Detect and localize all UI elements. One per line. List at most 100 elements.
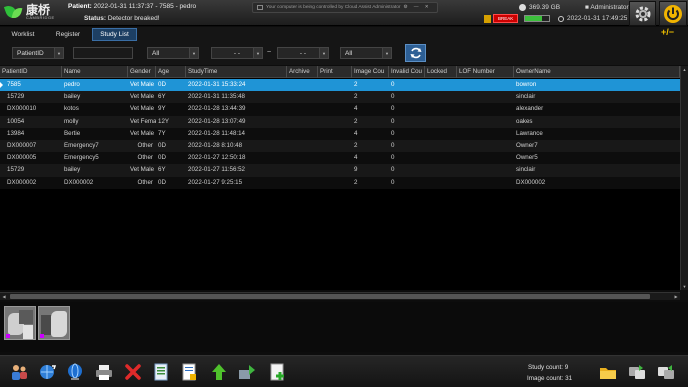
remote-control-banner[interactable]: Your computer is being controlled by Clo… [252,2,438,13]
clock-icon [558,15,564,22]
owner-name-cell: Lawrance [516,129,543,137]
scrollbar-thumb[interactable] [10,294,650,299]
scroll-up-icon[interactable]: ▲ [681,66,688,73]
chevron-down-icon: ▼ [382,48,391,58]
transfer-button[interactable] [236,361,258,383]
receive-icon [658,365,674,379]
owner-name-cell: sinclair [516,93,536,101]
gear-icon[interactable]: ⚙ [403,5,407,10]
study-time-cell: 2022-01-27 9:25:15 [188,178,243,186]
table-row[interactable]: 15729 bailey Vet Male 6Y 2022-01-27 11:56:52… [0,164,680,177]
table-row[interactable]: 15729 bailey Vet Male 6Y 2022-01-31 11:35:48… [0,91,680,104]
locked-cell [425,164,457,176]
upload-button[interactable] [208,361,230,383]
study-table[interactable]: PatientID Name Gender Age StudyTime Archive Pr… [0,66,680,290]
col-print-header[interactable]: Print [318,66,352,78]
name-cell: bailey [64,93,81,101]
print-cell [318,91,352,103]
delete-button[interactable] [122,361,144,383]
expand-collapse-button[interactable]: +/− [661,27,674,37]
locked-cell [425,140,457,152]
battery-fill [525,16,542,21]
top-header: 康桥 CAMBRIDGE Patient: 2022-01-31 11:37:3… [0,0,688,26]
new-document-button[interactable] [266,361,288,383]
table-row[interactable]: 13984 Bertie Vet Male 7Y 2022-01-28 11:48:14… [0,127,680,140]
scroll-right-icon[interactable]: ▶ [672,293,680,300]
table-row[interactable]: 7585 pedro Vet Male 0D 2022-01-31 15:33:24 2 0… [0,79,680,92]
study-count-label: Study count: [528,364,564,371]
patient-button[interactable] [8,361,30,383]
sync-button[interactable] [36,361,58,383]
col-study-time-header[interactable]: StudyTime [186,66,287,78]
table-row[interactable]: 10054 molly Vet Femal 12Y 2022-01-28 13:07:4… [0,115,680,128]
print-cell [318,177,352,189]
archive-cell [287,128,318,140]
settings-button[interactable] [629,1,656,26]
close-icon[interactable]: ✕ [425,5,429,10]
refresh-button[interactable] [405,44,426,62]
col-patient-id-header[interactable]: PatientID [0,66,62,78]
table-row[interactable]: DX000007 Emergency7 Other 0D 2022-01-28 8:10… [0,139,680,153]
table-row[interactable]: DX000010 kotos Vet Male 9Y 2022-01-28 13:44:… [0,103,680,116]
col-locked-header[interactable]: Locked [425,66,457,78]
locked-cell [425,152,457,164]
image-count: Image count: 31 [527,375,572,382]
print-button[interactable] [93,361,115,383]
power-button[interactable] [659,1,687,26]
xray-thumbnail-1[interactable] [4,306,36,340]
minimize-icon[interactable]: — [414,5,419,10]
user-text: Administrator [590,4,629,11]
tab-study-list[interactable]: Study List [92,28,137,41]
locked-cell [425,177,457,189]
invalid-count-cell: 0 [391,129,395,137]
col-image-count-header[interactable]: Image Cou [352,66,389,78]
upload-icon [212,364,226,380]
tab-register[interactable]: Register [47,28,89,41]
patient-label: Patient: [68,3,92,10]
send-button[interactable] [626,361,648,383]
bottom-toolbar: Study count: 9 Image count: 31 [0,355,688,387]
study-time-cell: 2022-01-28 13:07:49 [188,117,246,125]
gender-cell: Vet Male [130,93,155,101]
disk-free-text: 369.39 GB [529,4,561,11]
gender-cell: Other [137,154,153,162]
open-folder-button[interactable] [597,361,619,383]
scroll-left-icon[interactable]: ◀ [0,293,8,300]
gender-cell: Other [137,141,153,149]
archive-cell [287,177,318,189]
lof-number-cell [457,91,514,103]
report-button[interactable] [178,361,200,383]
col-lof-number-header[interactable]: LOF Number [457,66,514,78]
col-age-header[interactable]: Age [156,66,186,78]
gear-icon [635,6,650,21]
patient-id-cell: DX000002 [7,178,37,186]
image-count-cell: 2 [354,81,358,88]
search-field-select[interactable]: PatientID ▼ [12,47,64,59]
col-invalid-count-header[interactable]: Invalid Cou [389,66,425,78]
col-archive-header[interactable]: Archive [287,66,318,78]
table-row[interactable]: DX000005 Emergency5 Other 0D 2022-01-27 12:5… [0,152,680,165]
col-gender-header[interactable]: Gender [128,66,156,78]
xray-thumbnail-2[interactable] [38,306,70,340]
col-owner-name-header[interactable]: OwnerName [514,66,680,78]
table-row[interactable]: DX000002 DX000002 Other 0D 2022-01-27 9:25:1… [0,176,680,189]
vertical-scrollbar[interactable]: ▲ ▼ [680,66,688,290]
age-cell: 7Y [158,129,166,137]
receive-button[interactable] [655,361,677,383]
study-count: Study count: 9 [528,364,568,371]
horizontal-scrollbar[interactable]: ◀ ▶ [0,292,680,300]
image-count-cell: 4 [354,129,358,137]
col-name-header[interactable]: Name [62,66,128,78]
date-to-select[interactable]: - - ▼ [277,47,329,59]
modality-select[interactable]: All ▼ [340,47,392,59]
date-from-select[interactable]: - - ▼ [211,47,263,59]
scroll-down-icon[interactable]: ▼ [681,283,688,290]
tab-worklist[interactable]: Worklist [2,28,44,41]
export-button[interactable] [150,361,172,383]
network-button[interactable] [64,361,86,383]
archive-cell [287,91,318,103]
status-text: Detector breaked! [107,15,160,22]
lof-number-cell [457,164,514,176]
search-input[interactable] [73,47,133,59]
gender-select[interactable]: All ▼ [147,47,199,59]
